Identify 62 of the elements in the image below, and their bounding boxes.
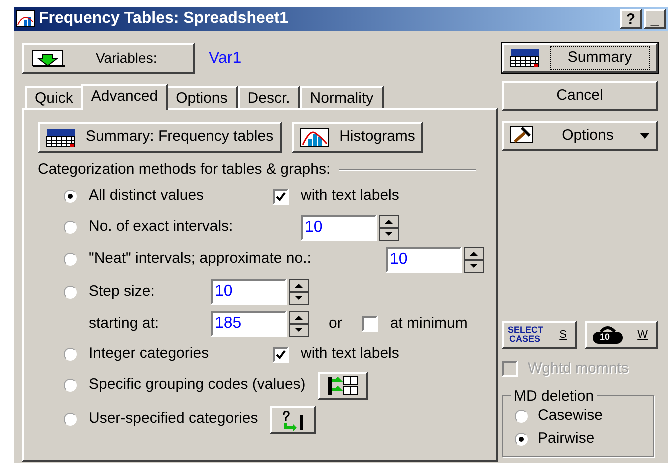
tab[interactable]: Normality: [300, 86, 384, 108]
histograms-button[interactable]: Histograms: [292, 122, 424, 153]
checkbox[interactable]: [273, 188, 289, 204]
radio-button[interactable]: [64, 286, 77, 298]
radio-button[interactable]: [515, 432, 528, 446]
summary-icon: [46, 128, 76, 148]
spin-buttons[interactable]: [464, 246, 484, 272]
checkbox-label: at minimum: [390, 314, 468, 334]
option-label: Casewise: [538, 406, 604, 426]
option-label: No. of exact intervals:: [89, 217, 234, 238]
checkbox-label: with text labels: [301, 344, 400, 364]
grouping-codes-button[interactable]: [318, 372, 368, 400]
summary-button[interactable]: Summary: [502, 43, 658, 73]
radio-button[interactable]: [64, 348, 77, 361]
select-cases-button[interactable]: SELECT CASES S: [502, 321, 577, 349]
window-title: Frequency Tables: Spreadsheet1: [39, 9, 290, 29]
histogram-icon: [300, 128, 330, 148]
radio-button[interactable]: [64, 190, 77, 203]
radio-button[interactable]: [64, 379, 77, 392]
summary-icon: [510, 48, 540, 68]
tab[interactable]: Quick: [25, 86, 84, 108]
summary-button[interactable]: Summary: Frequency tables: [38, 122, 282, 153]
option-label: Pairwise: [538, 428, 595, 449]
option-label: User-specified categories: [89, 409, 258, 430]
number-field[interactable]: 10: [301, 214, 377, 240]
number-field[interactable]: 10: [386, 246, 462, 272]
radio-button[interactable]: [64, 413, 77, 426]
tab[interactable]: Advanced: [81, 84, 168, 110]
radio-button[interactable]: [64, 221, 77, 234]
tab[interactable]: Descr.: [238, 86, 300, 108]
download-icon: [32, 48, 66, 68]
options-button[interactable]: Options: [502, 121, 658, 151]
cancel-button[interactable]: Cancel: [502, 81, 658, 111]
option-label: Integer categories: [89, 344, 210, 364]
joiner-text: or: [329, 314, 342, 334]
spin-buttons[interactable]: [289, 279, 309, 305]
checkbox-label: with text labels: [301, 186, 400, 206]
radio-button[interactable]: [64, 253, 77, 266]
radio-button[interactable]: [515, 410, 528, 422]
option-label: starting at:: [89, 314, 160, 334]
group-label: Categorization methods for tables & graphs:: [38, 160, 331, 180]
checkbox[interactable]: [362, 316, 378, 332]
option-label: All distinct values: [89, 186, 206, 206]
help-button[interactable]: ?: [620, 9, 642, 29]
number-field[interactable]: 185: [211, 311, 287, 337]
variables-button[interactable]: Variables:: [22, 43, 195, 74]
spin-buttons[interactable]: [289, 311, 309, 337]
hammer-icon: [510, 126, 536, 146]
option-label: "Neat" intervals; approximate no.:: [89, 249, 312, 270]
arrows-icon: [326, 374, 360, 396]
tab[interactable]: Options: [166, 86, 238, 108]
spin-buttons[interactable]: [379, 214, 399, 240]
minimize-button[interactable]: _: [644, 9, 666, 29]
option-label: Specific grouping codes (values): [89, 375, 306, 396]
select-cases-label: SELECT CASES: [508, 326, 542, 344]
chart-icon: [16, 10, 36, 28]
weight-button[interactable]: 10 W: [584, 321, 658, 349]
checkbox[interactable]: [273, 346, 289, 362]
option-label: Step size:: [89, 282, 156, 302]
number-field[interactable]: 10: [211, 279, 287, 305]
categories-button[interactable]: [270, 406, 316, 434]
variable-value: Var1: [209, 48, 242, 68]
